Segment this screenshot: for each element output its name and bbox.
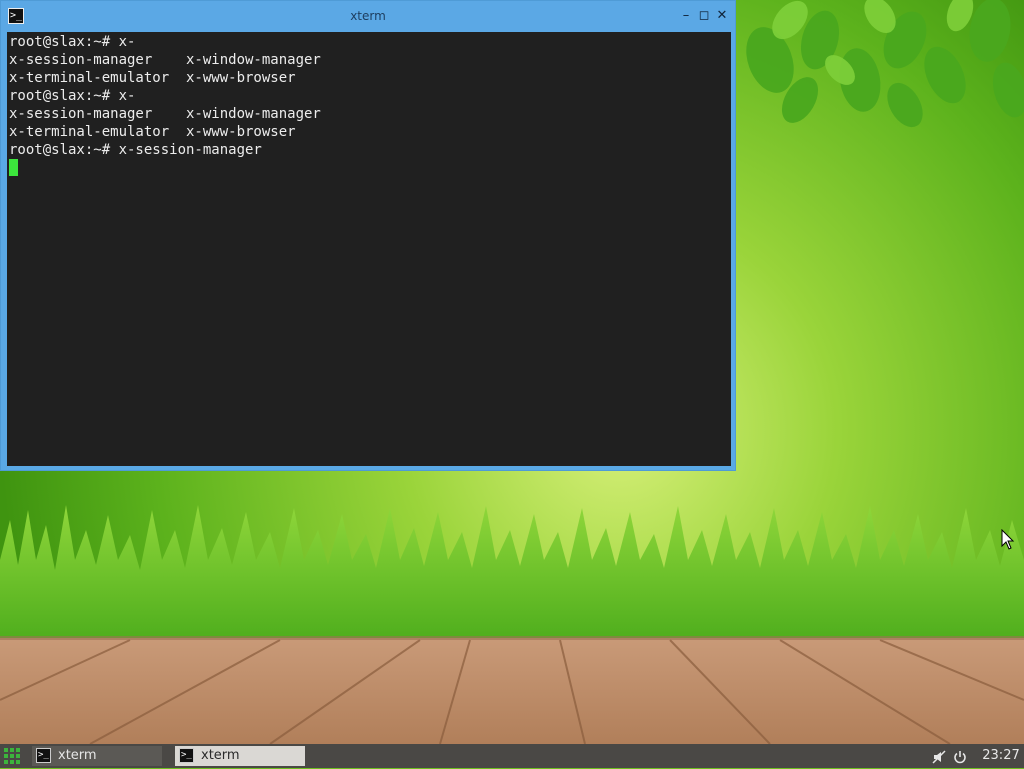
clock[interactable]: 23:27	[978, 744, 1024, 768]
taskbar-item-xterm-active[interactable]: >_ xterm	[175, 746, 305, 766]
terminal-line: root@slax:~# x-	[9, 88, 136, 104]
window-title: xterm	[350, 9, 386, 23]
taskbar: >_ xterm >_ xterm 23:27	[0, 744, 1024, 768]
text-cursor	[9, 159, 18, 176]
taskbar-item-xterm[interactable]: >_ xterm	[32, 746, 162, 766]
close-button[interactable]: ✕	[715, 9, 729, 23]
taskbar-item-label: xterm	[58, 748, 97, 763]
mouse-pointer-icon	[1001, 528, 1015, 551]
maximize-button[interactable]: ◻	[697, 9, 711, 23]
terminal-area[interactable]: root@slax:~# x- x-session-manager x-wind…	[7, 32, 731, 466]
volume-muted-icon[interactable]	[932, 749, 946, 764]
taskbar-item-label: xterm	[201, 748, 240, 763]
terminal-line: x-session-manager x-window-manager	[9, 52, 321, 68]
power-icon[interactable]	[953, 749, 967, 764]
terminal-icon: >_	[36, 748, 51, 763]
terminal-icon: >_	[179, 748, 194, 763]
terminal-line: x-session-manager x-window-manager	[9, 106, 321, 122]
xterm-window[interactable]: >_ xterm – ◻ ✕ root@slax:~# x- x-session…	[0, 0, 736, 471]
terminal-line: x-terminal-emulator x-www-browser	[9, 70, 296, 86]
minimize-button[interactable]: –	[679, 9, 693, 23]
window-titlebar[interactable]: >_ xterm – ◻ ✕	[1, 1, 735, 31]
terminal-line: root@slax:~# x-	[9, 34, 136, 50]
app-grid-icon[interactable]	[3, 747, 21, 765]
terminal-line: x-terminal-emulator x-www-browser	[9, 124, 296, 140]
terminal-line: root@slax:~# x-session-manager	[9, 142, 262, 158]
